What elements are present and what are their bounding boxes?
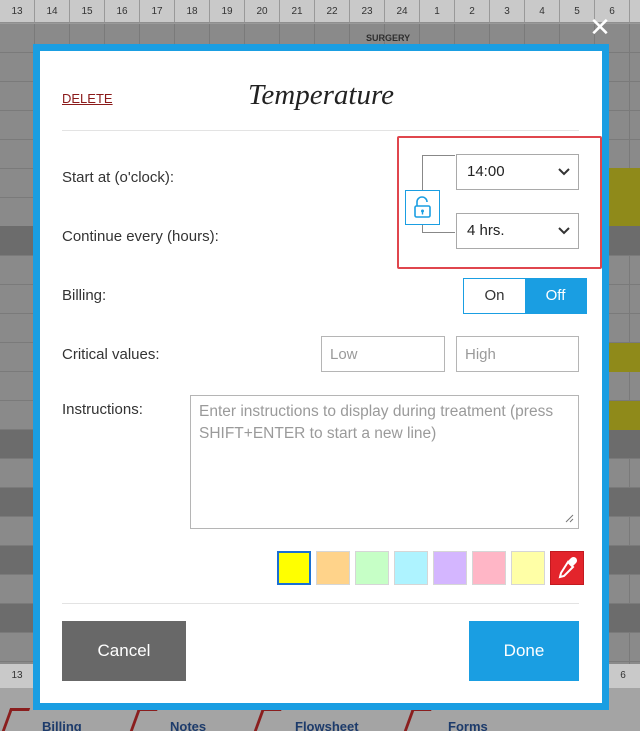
color-picker-button[interactable] (550, 551, 584, 585)
hour-label: 17 (140, 0, 175, 22)
hour-label: 13 (0, 0, 35, 22)
hour-label: 1 (420, 0, 455, 22)
hour-label: 24 (385, 0, 420, 22)
hour-label: 16 (105, 0, 140, 22)
hour-label: 20 (245, 0, 280, 22)
done-button[interactable]: Done (469, 621, 579, 681)
color-swatch-cyan[interactable] (394, 551, 428, 585)
start-at-label: Start at (o'clock): (62, 169, 175, 186)
tab-forms[interactable]: Forms (448, 719, 488, 731)
billing-on-option[interactable]: On (464, 279, 525, 313)
hour-label: 13 (0, 664, 35, 688)
billing-label: Billing: (62, 287, 107, 304)
schedule-block (608, 401, 640, 430)
eyedropper-icon (558, 556, 578, 579)
color-swatch-purple[interactable] (433, 551, 467, 585)
treatment-dialog: DELETE Temperature Start at (o'clock): C… (33, 44, 609, 710)
billing-off-option[interactable]: Off (525, 279, 586, 313)
color-swatches (277, 551, 584, 585)
hour-label: 22 (315, 0, 350, 22)
tab-flowsheet[interactable]: Flowsheet (295, 719, 359, 731)
high-value-input[interactable] (456, 336, 579, 372)
instructions-label: Instructions: (62, 401, 143, 418)
color-swatch-yellow[interactable] (277, 551, 311, 585)
low-value-input[interactable] (321, 336, 445, 372)
hour-label: 19 (210, 0, 245, 22)
divider (62, 603, 579, 604)
section-label: SURGERY (366, 33, 411, 43)
hour-label: 14 (35, 0, 70, 22)
cancel-button[interactable]: Cancel (62, 621, 186, 681)
hour-label: 23 (350, 0, 385, 22)
hour-label: 6 (605, 664, 640, 688)
hour-label: 4 (525, 0, 560, 22)
divider (62, 130, 579, 131)
close-icon[interactable]: ✕ (589, 14, 611, 40)
color-swatch-light-yellow[interactable] (511, 551, 545, 585)
hour-label: 21 (280, 0, 315, 22)
schedule-block (608, 168, 640, 226)
highlight-box (397, 136, 602, 269)
instructions-textarea[interactable] (190, 395, 579, 529)
hour-label: 3 (490, 0, 525, 22)
color-swatch-pink[interactable] (472, 551, 506, 585)
billing-toggle[interactable]: On Off (463, 278, 587, 314)
resize-grip-icon[interactable] (565, 514, 574, 523)
schedule-block (608, 343, 640, 372)
color-swatch-green[interactable] (355, 551, 389, 585)
timeline-header: 13 14 15 16 17 18 19 20 21 22 23 24 1 2 3 4 5 6 (0, 0, 640, 23)
tab-notes[interactable]: Notes (170, 719, 206, 731)
continue-every-label: Continue every (hours): (62, 228, 219, 245)
tab-billing[interactable]: Billing (42, 719, 82, 731)
hour-label: 15 (70, 0, 105, 22)
hour-label: 18 (175, 0, 210, 22)
critical-values-label: Critical values: (62, 346, 160, 363)
color-swatch-orange[interactable] (316, 551, 350, 585)
dialog-title: Temperature (247, 79, 395, 111)
hour-label: 2 (455, 0, 490, 22)
